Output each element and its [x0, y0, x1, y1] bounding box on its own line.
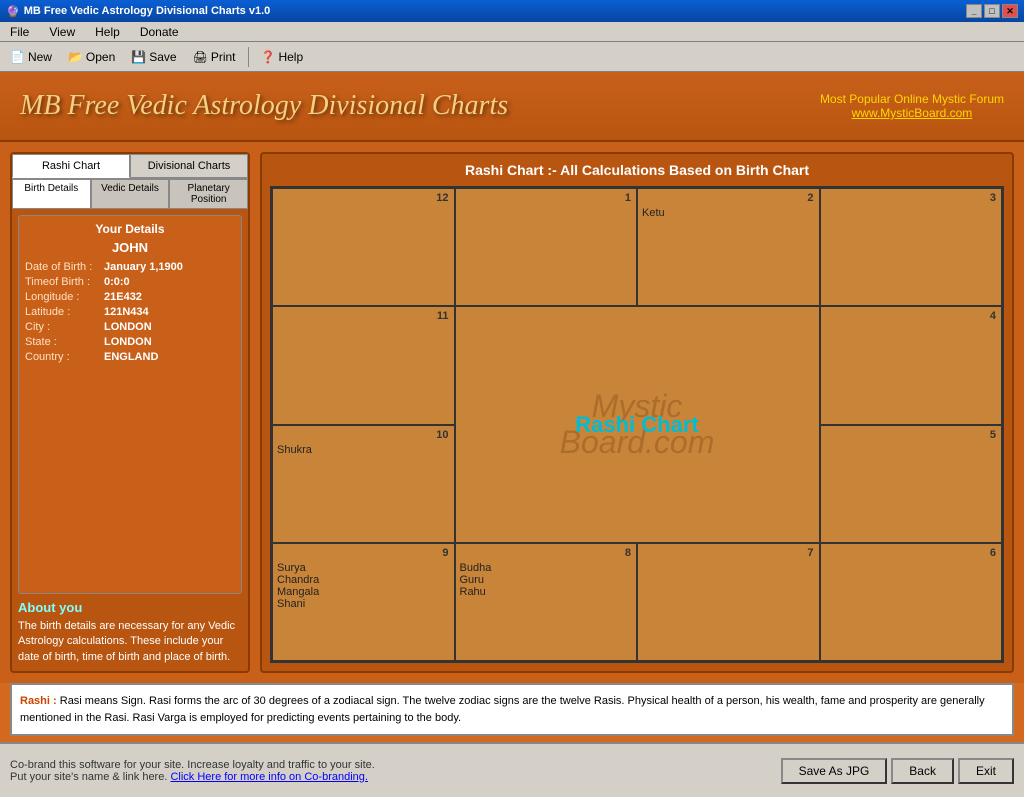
subtab-birth-details[interactable]: Birth Details — [12, 179, 91, 209]
cobrand-link[interactable]: Click Here for more info on Co-branding. — [170, 771, 367, 783]
left-panel: Rashi Chart Divisional Charts Birth Deta… — [10, 152, 250, 673]
about-title: About you — [18, 600, 242, 615]
back-button[interactable]: Back — [891, 758, 954, 784]
subtab-vedic-details[interactable]: Vedic Details — [91, 179, 170, 209]
country-row: Country : ENGLAND — [25, 351, 235, 363]
latitude-row: Latitude : 121N434 — [25, 306, 235, 318]
print-icon: 🖨 — [193, 50, 208, 64]
toolbar: 📄 New 📂 Open 💾 Save 🖨 Print ❓ Help — [0, 42, 1024, 72]
header-banner: MB Free Vedic Astrology Divisional Chart… — [0, 72, 1024, 142]
chart-center-cell: MysticBoard.com Rashi Chart — [455, 306, 820, 543]
menu-bar: File View Help Donate — [0, 22, 1024, 42]
about-text: The birth details are necessary for any … — [18, 619, 242, 665]
cobrand-text: Co-brand this software for your site. In… — [10, 759, 375, 783]
cobrand-line1: Co-brand this software for your site. In… — [10, 759, 375, 771]
details-section-title: Your Details — [25, 222, 235, 236]
exit-button[interactable]: Exit — [958, 758, 1014, 784]
bottom-buttons: Save As JPG Back Exit — [781, 758, 1014, 784]
state-label: State : — [25, 336, 100, 348]
cell-12: 12 — [272, 188, 455, 306]
cell-5: 5 — [820, 425, 1003, 543]
open-icon: 📂 — [68, 50, 83, 64]
details-box: Your Details JOHN Date of Birth : Januar… — [18, 215, 242, 594]
tob-label: Timeof Birth : — [25, 276, 100, 288]
new-icon: 📄 — [10, 50, 25, 64]
info-panel: Rashi : Rasi means Sign. Rasi forms the … — [10, 683, 1014, 736]
tab-divisional-charts[interactable]: Divisional Charts — [130, 154, 248, 178]
cell-1: 1 — [455, 188, 638, 306]
website-link[interactable]: www.MysticBoard.com — [820, 106, 1004, 120]
window-title: MB Free Vedic Astrology Divisional Chart… — [24, 5, 271, 17]
tob-row: Timeof Birth : 0:0:0 — [25, 276, 235, 288]
menu-help[interactable]: Help — [89, 23, 126, 41]
tob-value: 0:0:0 — [104, 276, 130, 288]
save-button[interactable]: 💾 Save — [125, 48, 182, 66]
app-icon: 🔮 — [6, 5, 20, 18]
toolbar-separator — [248, 47, 249, 67]
longitude-label: Longitude : — [25, 291, 100, 303]
close-button[interactable]: ✕ — [1002, 4, 1018, 18]
chart-title: Rashi Chart :- All Calculations Based on… — [262, 154, 1012, 186]
open-button[interactable]: 📂 Open — [62, 48, 121, 66]
chart-grid: 12 1 2 Ketu 3 11 MysticBoard.com Rashi C… — [270, 186, 1004, 663]
cell-2: 2 Ketu — [637, 188, 820, 306]
menu-donate[interactable]: Donate — [134, 23, 185, 41]
cell-4: 4 — [820, 306, 1003, 424]
cell-9: 9 SuryaChandraMangalaShani — [272, 543, 455, 661]
subtab-planetary-position[interactable]: Planetary Position — [169, 179, 248, 209]
dob-value: January 1,1900 — [104, 261, 183, 273]
longitude-value: 21E432 — [104, 291, 142, 303]
header-right: Most Popular Online Mystic Forum www.Mys… — [820, 92, 1004, 120]
main-tabs: Rashi Chart Divisional Charts — [12, 154, 248, 179]
info-title: Rashi : — [20, 695, 57, 707]
cell-6: 6 — [820, 543, 1003, 661]
title-bar: 🔮 MB Free Vedic Astrology Divisional Cha… — [0, 0, 1024, 22]
rashi-chart-label: Rashi Chart — [575, 412, 698, 438]
main-content: Rashi Chart Divisional Charts Birth Deta… — [0, 142, 1024, 683]
country-label: Country : — [25, 351, 100, 363]
cell-11: 11 — [272, 306, 455, 424]
city-label: City : — [25, 321, 100, 333]
cell-3: 3 — [820, 188, 1003, 306]
longitude-row: Longitude : 21E432 — [25, 291, 235, 303]
info-text: Rasi means Sign. Rasi forms the arc of 3… — [20, 695, 985, 724]
cobrand-line2: Put your site's name & link here. — [10, 771, 167, 783]
dob-label: Date of Birth : — [25, 261, 100, 273]
city-row: City : LONDON — [25, 321, 235, 333]
right-panel: Rashi Chart :- All Calculations Based on… — [260, 152, 1014, 673]
cell-8: 8 BudhaGuruRahu — [455, 543, 638, 661]
state-row: State : LONDON — [25, 336, 235, 348]
print-button[interactable]: 🖨 Print — [187, 48, 242, 66]
bottom-bar: Co-brand this software for your site. In… — [0, 742, 1024, 797]
new-button[interactable]: 📄 New — [4, 48, 58, 66]
menu-view[interactable]: View — [43, 23, 81, 41]
help-button[interactable]: ❓ Help — [255, 48, 310, 66]
country-value: ENGLAND — [104, 351, 158, 363]
sub-tabs: Birth Details Vedic Details Planetary Po… — [12, 179, 248, 209]
city-value: LONDON — [104, 321, 152, 333]
save-icon: 💾 — [131, 50, 146, 64]
cell-7: 7 — [637, 543, 820, 661]
state-value: LONDON — [104, 336, 152, 348]
cell-10: 10 Shukra — [272, 425, 455, 543]
latitude-value: 121N434 — [104, 306, 149, 318]
user-name: JOHN — [25, 240, 235, 255]
help-icon: ❓ — [261, 50, 276, 64]
dob-row: Date of Birth : January 1,1900 — [25, 261, 235, 273]
tagline: Most Popular Online Mystic Forum — [820, 92, 1004, 106]
save-jpg-button[interactable]: Save As JPG — [781, 758, 888, 784]
maximize-button[interactable]: □ — [984, 4, 1000, 18]
tab-rashi-chart[interactable]: Rashi Chart — [12, 154, 130, 178]
menu-file[interactable]: File — [4, 23, 35, 41]
about-section: About you The birth details are necessar… — [12, 600, 248, 671]
minimize-button[interactable]: _ — [966, 4, 982, 18]
app-title: MB Free Vedic Astrology Divisional Chart… — [20, 90, 508, 122]
latitude-label: Latitude : — [25, 306, 100, 318]
